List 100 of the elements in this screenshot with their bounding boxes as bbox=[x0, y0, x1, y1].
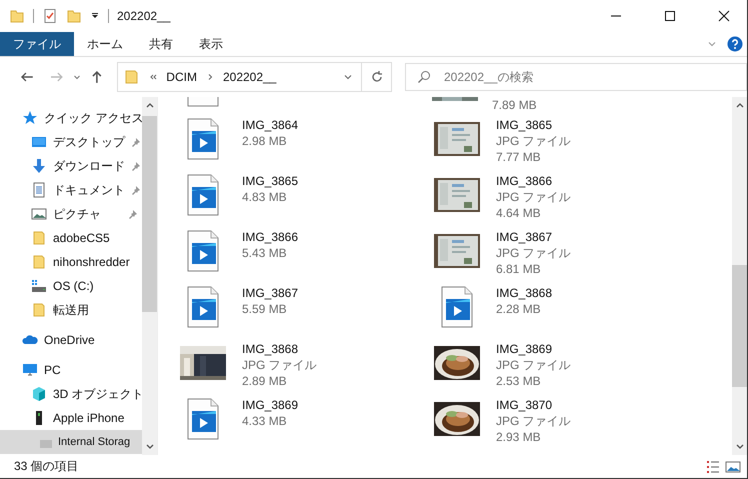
content-scrollbar[interactable] bbox=[732, 97, 747, 455]
scroll-down-icon[interactable] bbox=[146, 444, 154, 450]
nav-item-selected[interactable]: Internal Storag bbox=[0, 430, 142, 454]
file-item[interactable]: IMG_3866 JPG ファイル 4.64 MB bbox=[432, 167, 732, 223]
nav-item[interactable]: ピクチャ bbox=[0, 202, 142, 226]
nav-label: OS (C:) bbox=[53, 279, 94, 293]
scroll-thumb[interactable] bbox=[142, 116, 157, 312]
breadcrumb[interactable]: DCIM bbox=[166, 70, 197, 84]
nav-label: PC bbox=[44, 363, 61, 377]
file-name: IMG_3869 bbox=[496, 341, 554, 357]
file-name: IMG_3869 bbox=[242, 397, 298, 413]
file-size: 2.28 MB bbox=[496, 301, 542, 317]
computer-icon bbox=[22, 362, 38, 378]
chevron-down-icon[interactable] bbox=[343, 72, 354, 82]
file-name: IMG_3868 bbox=[242, 341, 300, 357]
ribbon-tab[interactable]: 表示 bbox=[186, 32, 236, 56]
file-item[interactable]: IMG_3867 JPG ファイル 6.81 MB bbox=[432, 223, 732, 279]
up-arrow-icon[interactable] bbox=[90, 70, 104, 84]
file-item[interactable]: IMG_3864 2.98 MB bbox=[178, 111, 432, 167]
address-bar[interactable]: DCIM 202202__ bbox=[117, 62, 362, 92]
nav-item[interactable]: ドキュメント bbox=[0, 178, 142, 202]
close-icon bbox=[718, 10, 730, 22]
nav-item[interactable]: nihonshredder bbox=[0, 250, 142, 274]
nav-item[interactable]: デスクトップ bbox=[0, 130, 142, 154]
file-size: 6.81 MB bbox=[496, 261, 542, 277]
nav-label: デスクトップ bbox=[53, 134, 125, 150]
file-size: 2.98 MB bbox=[242, 133, 288, 149]
file-item[interactable]: IMG_3869 JPG ファイル 2.53 MB bbox=[432, 335, 732, 391]
maximize-icon bbox=[664, 10, 676, 22]
checklist-icon[interactable] bbox=[42, 8, 58, 24]
nav-label: ダウンロード bbox=[53, 158, 125, 174]
back-arrow-icon[interactable] bbox=[20, 70, 34, 84]
file-size: 4.33 MB bbox=[242, 413, 288, 429]
search-icon bbox=[416, 70, 431, 84]
refresh-button[interactable] bbox=[362, 62, 392, 92]
file-name: IMG_3868 bbox=[496, 285, 552, 301]
pin-icon bbox=[131, 185, 141, 195]
overflow-chevron-icon[interactable] bbox=[148, 72, 158, 82]
file-size: 7.77 MB bbox=[496, 149, 542, 165]
breadcrumb[interactable]: 202202__ bbox=[222, 70, 276, 84]
item-count: 33 個の項目 bbox=[14, 458, 79, 475]
nav-item[interactable]: 転送用 bbox=[0, 298, 142, 322]
file-size: 7.89 MB bbox=[492, 97, 537, 113]
file-item[interactable]: IMG_3870 JPG ファイル 2.93 MB bbox=[432, 391, 732, 447]
nav-item[interactable]: ダウンロード bbox=[0, 154, 142, 178]
scroll-thumb[interactable] bbox=[732, 265, 747, 387]
file-size: 4.64 MB bbox=[496, 205, 542, 221]
nav-label: 転送用 bbox=[53, 302, 89, 318]
details-view-icon[interactable] bbox=[705, 458, 721, 474]
dropdown-icon[interactable] bbox=[90, 11, 100, 21]
folder-icon bbox=[124, 69, 140, 85]
scroll-up-icon[interactable] bbox=[146, 102, 154, 108]
file-item[interactable]: IMG_3865 4.83 MB bbox=[178, 167, 432, 223]
file-item[interactable]: IMG_3865 JPG ファイル 7.77 MB bbox=[432, 111, 732, 167]
drive-icon bbox=[31, 278, 47, 294]
folder-icon bbox=[31, 230, 47, 246]
nav-item[interactable]: Apple iPhone bbox=[0, 406, 142, 430]
desktop-icon bbox=[31, 134, 47, 150]
scroll-up-icon[interactable] bbox=[736, 102, 744, 108]
nav-item[interactable]: PC bbox=[0, 358, 142, 382]
scroll-down-icon[interactable] bbox=[736, 444, 744, 450]
file-size: 2.89 MB bbox=[242, 373, 288, 389]
help-icon[interactable] bbox=[727, 36, 743, 52]
file-item[interactable]: IMG_3869 4.33 MB bbox=[178, 391, 432, 447]
file-type: JPG ファイル bbox=[496, 413, 571, 429]
window-title: 202202__ bbox=[117, 9, 170, 23]
download-arrow-icon bbox=[31, 158, 47, 174]
search-field[interactable]: 202202__の検索 bbox=[404, 63, 747, 91]
nav-item[interactable]: 3D オブジェクト bbox=[0, 382, 142, 406]
nav-label: ドキュメント bbox=[53, 182, 125, 198]
file-type: JPG ファイル bbox=[496, 357, 571, 373]
file-type: JPG ファイル bbox=[496, 133, 571, 149]
document-icon bbox=[31, 182, 47, 198]
folder-icon bbox=[31, 254, 47, 270]
ribbon-tab[interactable]: ファイル bbox=[0, 32, 74, 56]
ribbon-tab[interactable]: 共有 bbox=[136, 32, 186, 56]
nav-label: nihonshredder bbox=[53, 255, 130, 269]
file-item[interactable]: IMG_3867 5.59 MB bbox=[178, 279, 432, 335]
ribbon-tab[interactable]: ホーム bbox=[74, 32, 136, 56]
nav-label: adobeCS5 bbox=[53, 231, 110, 245]
nav-item[interactable]: adobeCS5 bbox=[0, 226, 142, 250]
pin-icon bbox=[128, 209, 138, 219]
file-size: 5.59 MB bbox=[242, 301, 288, 317]
file-name: IMG_3867 bbox=[242, 285, 298, 301]
file-name: IMG_3865 bbox=[496, 117, 554, 133]
file-item[interactable]: IMG_3866 5.43 MB bbox=[178, 223, 432, 279]
nav-label: クイック アクセス bbox=[44, 110, 142, 126]
sidebar-scrollbar[interactable] bbox=[142, 97, 157, 455]
nav-item[interactable]: OneDrive bbox=[0, 328, 142, 352]
refresh-icon bbox=[370, 70, 384, 84]
large-icons-view-icon[interactable] bbox=[725, 458, 741, 474]
chevron-down-icon[interactable] bbox=[707, 39, 717, 49]
cube-icon bbox=[31, 386, 47, 402]
nav-item[interactable]: OS (C:) bbox=[0, 274, 142, 298]
file-name: IMG_3870 bbox=[496, 397, 554, 413]
file-item[interactable]: IMG_3868 JPG ファイル 2.89 MB bbox=[178, 335, 432, 391]
nav-item[interactable]: クイック アクセス bbox=[0, 106, 142, 130]
file-name: IMG_3866 bbox=[242, 229, 298, 245]
nav-label: ピクチャ bbox=[53, 206, 101, 222]
file-item[interactable]: IMG_3868 2.28 MB bbox=[432, 279, 732, 335]
